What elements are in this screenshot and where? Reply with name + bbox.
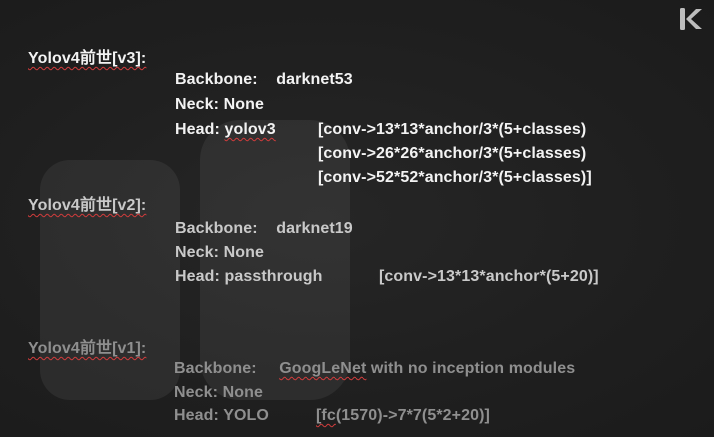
v1-neck-text: Neck: None (174, 384, 264, 401)
v2-head-row: Head: passthrough (175, 268, 323, 286)
v1-backbone-label: Backbone: (174, 360, 257, 377)
v1-head-item: [fc(1570)->7*7(5*2+20)] (316, 407, 490, 425)
v3-head-item-3: [conv->52*52*anchor/3*(5+classes)] (318, 169, 592, 186)
v1-backbone-row: Backbone: GoogLeNet with no inception mo… (174, 360, 575, 378)
v3-head-value: yolov3 (224, 121, 276, 138)
v3-neck-row: Neck: None (175, 96, 264, 114)
v1-title: Yolov4前世[v1]: (28, 334, 146, 358)
v1-head-item-rest: (1570)->7*7(5*2+20)] (335, 407, 490, 424)
v3-head-label: Head: (175, 121, 220, 138)
v1-head-label: Head: YOLO (174, 407, 269, 424)
v3-title: Yolov4前世[v3]: (28, 44, 146, 68)
v1-neck-row: Neck: None (174, 384, 263, 402)
v3-backbone-row: Backbone: darknet53 (175, 71, 353, 89)
v3-head-item-2: [conv->26*26*anchor/3*(5+classes) (318, 145, 587, 162)
v1-backbone-value-rest: with no inception modules (366, 360, 576, 377)
v3-head-item-1: [conv->13*13*anchor/3*(5+classes) (318, 121, 587, 138)
v2-neck-text: Neck: None (175, 244, 265, 261)
v1-backbone-value: GoogLeNet (279, 360, 367, 377)
v2-backbone-label: Backbone: (175, 220, 258, 237)
v1-head-row: Head: YOLO (174, 407, 269, 425)
v3-backbone-value: darknet53 (276, 71, 353, 88)
v2-head-label: Head: passthrough (175, 268, 323, 285)
v2-head-item: [conv->13*13*anchor*(5+20)] (379, 268, 599, 285)
v2-title: Yolov4前世[v2]: (28, 191, 146, 215)
slide-canvas: Yolov4前世[v3]: Backbone: darknet53 Neck: … (0, 0, 714, 437)
v3-head-row: Head: yolov3 (175, 121, 276, 139)
v3-title-text: Yolov4前世[v3]: (28, 50, 147, 67)
v1-head-item-fc: [fc (316, 407, 336, 424)
k-brand-logo-icon (680, 8, 702, 30)
v3-backbone-label: Backbone: (175, 71, 258, 88)
v3-neck-text: Neck: None (175, 96, 265, 113)
v2-neck-row: Neck: None (175, 244, 264, 262)
v2-backbone-value: darknet19 (276, 220, 353, 237)
v2-title-text: Yolov4前世[v2]: (28, 197, 147, 214)
v1-title-text: Yolov4前世[v1]: (28, 340, 147, 357)
v2-backbone-row: Backbone: darknet19 (175, 220, 353, 238)
